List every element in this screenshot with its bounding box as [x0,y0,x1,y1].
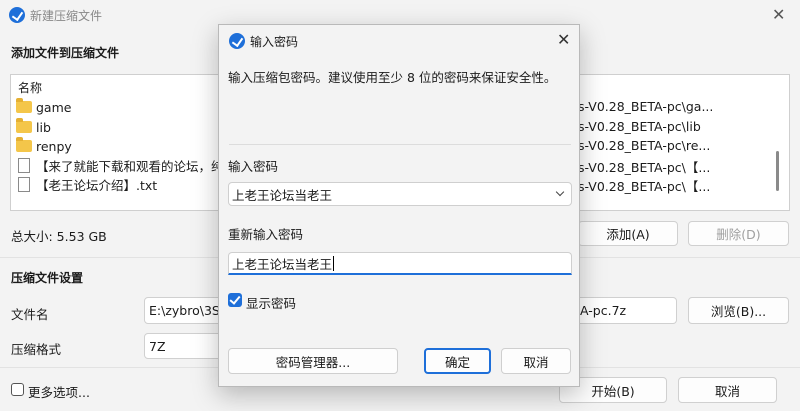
password-combo[interactable]: 上老王论坛当老王 [228,182,572,206]
text-caret [333,255,335,271]
dialog-title: 输入密码 [250,35,299,49]
file-path: s-V0.28_BETA-pc\ga... [578,99,714,114]
password-value: 上老王论坛当老王 [232,187,333,203]
reenter-password-input[interactable]: 上老王论坛当老王 [228,252,572,275]
folder-icon [16,118,32,133]
archive-settings-section-title: 压缩文件设置 [11,271,84,285]
total-size: 总大小: 5.53 GB [11,229,107,244]
ok-button[interactable]: 确定 [424,348,491,374]
folder-icon [16,137,32,152]
browse-button[interactable]: 浏览(B)... [688,297,789,324]
reenter-password-value: 上老王论坛当老王 [232,256,333,272]
file-path: s-V0.28_BETA-pc\【... [578,179,711,194]
filename-input[interactable]: E:\zybro\3S [144,297,224,324]
dialog-cancel-button[interactable]: 取消 [501,348,571,374]
list-scrollbar[interactable] [776,151,779,191]
show-password-checkbox[interactable] [228,293,242,307]
list-item[interactable]: 【来了就能下载和观看的论坛，纯 [16,155,224,175]
list-item[interactable]: game [16,97,71,117]
file-name: 【来了就能下载和观看的论坛，纯 [36,158,224,174]
filename-input-tail[interactable]: A-pc.7z [576,297,677,324]
password-manager-button[interactable]: 密码管理器... [228,348,398,374]
password-instruction: 输入压缩包密码。建议使用至少 8 位的密码来保证安全性。 [228,70,557,85]
document-icon [18,157,30,173]
name-column-header[interactable]: 名称 [18,79,42,96]
filename-label: 文件名 [11,307,49,322]
app-icon [229,33,245,49]
main-window-title: 新建压缩文件 [30,9,103,23]
file-name: lib [36,119,51,135]
divider [229,144,571,145]
show-password-label[interactable]: 显示密码 [246,293,296,312]
password-label: 输入密码 [228,159,279,174]
format-select[interactable]: 7Z [144,333,224,359]
file-name: renpy [36,138,72,154]
file-name: 【老王论坛介绍】.txt [36,177,158,193]
file-path: s-V0.28_BETA-pc\lib [578,119,701,134]
file-path: s-V0.28_BETA-pc\【... [578,160,711,175]
password-dialog: 输入密码 ✕ 输入压缩包密码。建议使用至少 8 位的密码来保证安全性。 输入密码… [218,24,580,387]
main-cancel-button[interactable]: 取消 [678,377,777,403]
list-item[interactable]: 【老王论坛介绍】.txt [16,174,157,194]
add-button[interactable]: 添加(A) [578,221,678,246]
close-icon[interactable]: ✕ [557,30,570,49]
list-item[interactable]: lib [16,117,51,137]
document-icon [18,176,30,192]
folder-icon [16,98,32,113]
more-options-label[interactable]: 更多选项... [28,382,90,401]
reenter-password-label: 重新输入密码 [228,227,304,242]
dialog-titlebar: 输入密码 ✕ [219,25,579,55]
format-label: 压缩格式 [11,342,62,357]
file-name: game [36,99,72,115]
add-files-section-title: 添加文件到压缩文件 [11,46,120,60]
app-icon [9,7,25,23]
chevron-down-icon[interactable] [555,187,565,197]
list-item[interactable]: renpy [16,136,72,156]
close-icon[interactable]: ✕ [772,5,785,24]
file-path: s-V0.28_BETA-pc\re... [578,138,711,153]
more-options-checkbox[interactable] [11,383,24,396]
delete-button[interactable]: 删除(D) [688,221,789,246]
